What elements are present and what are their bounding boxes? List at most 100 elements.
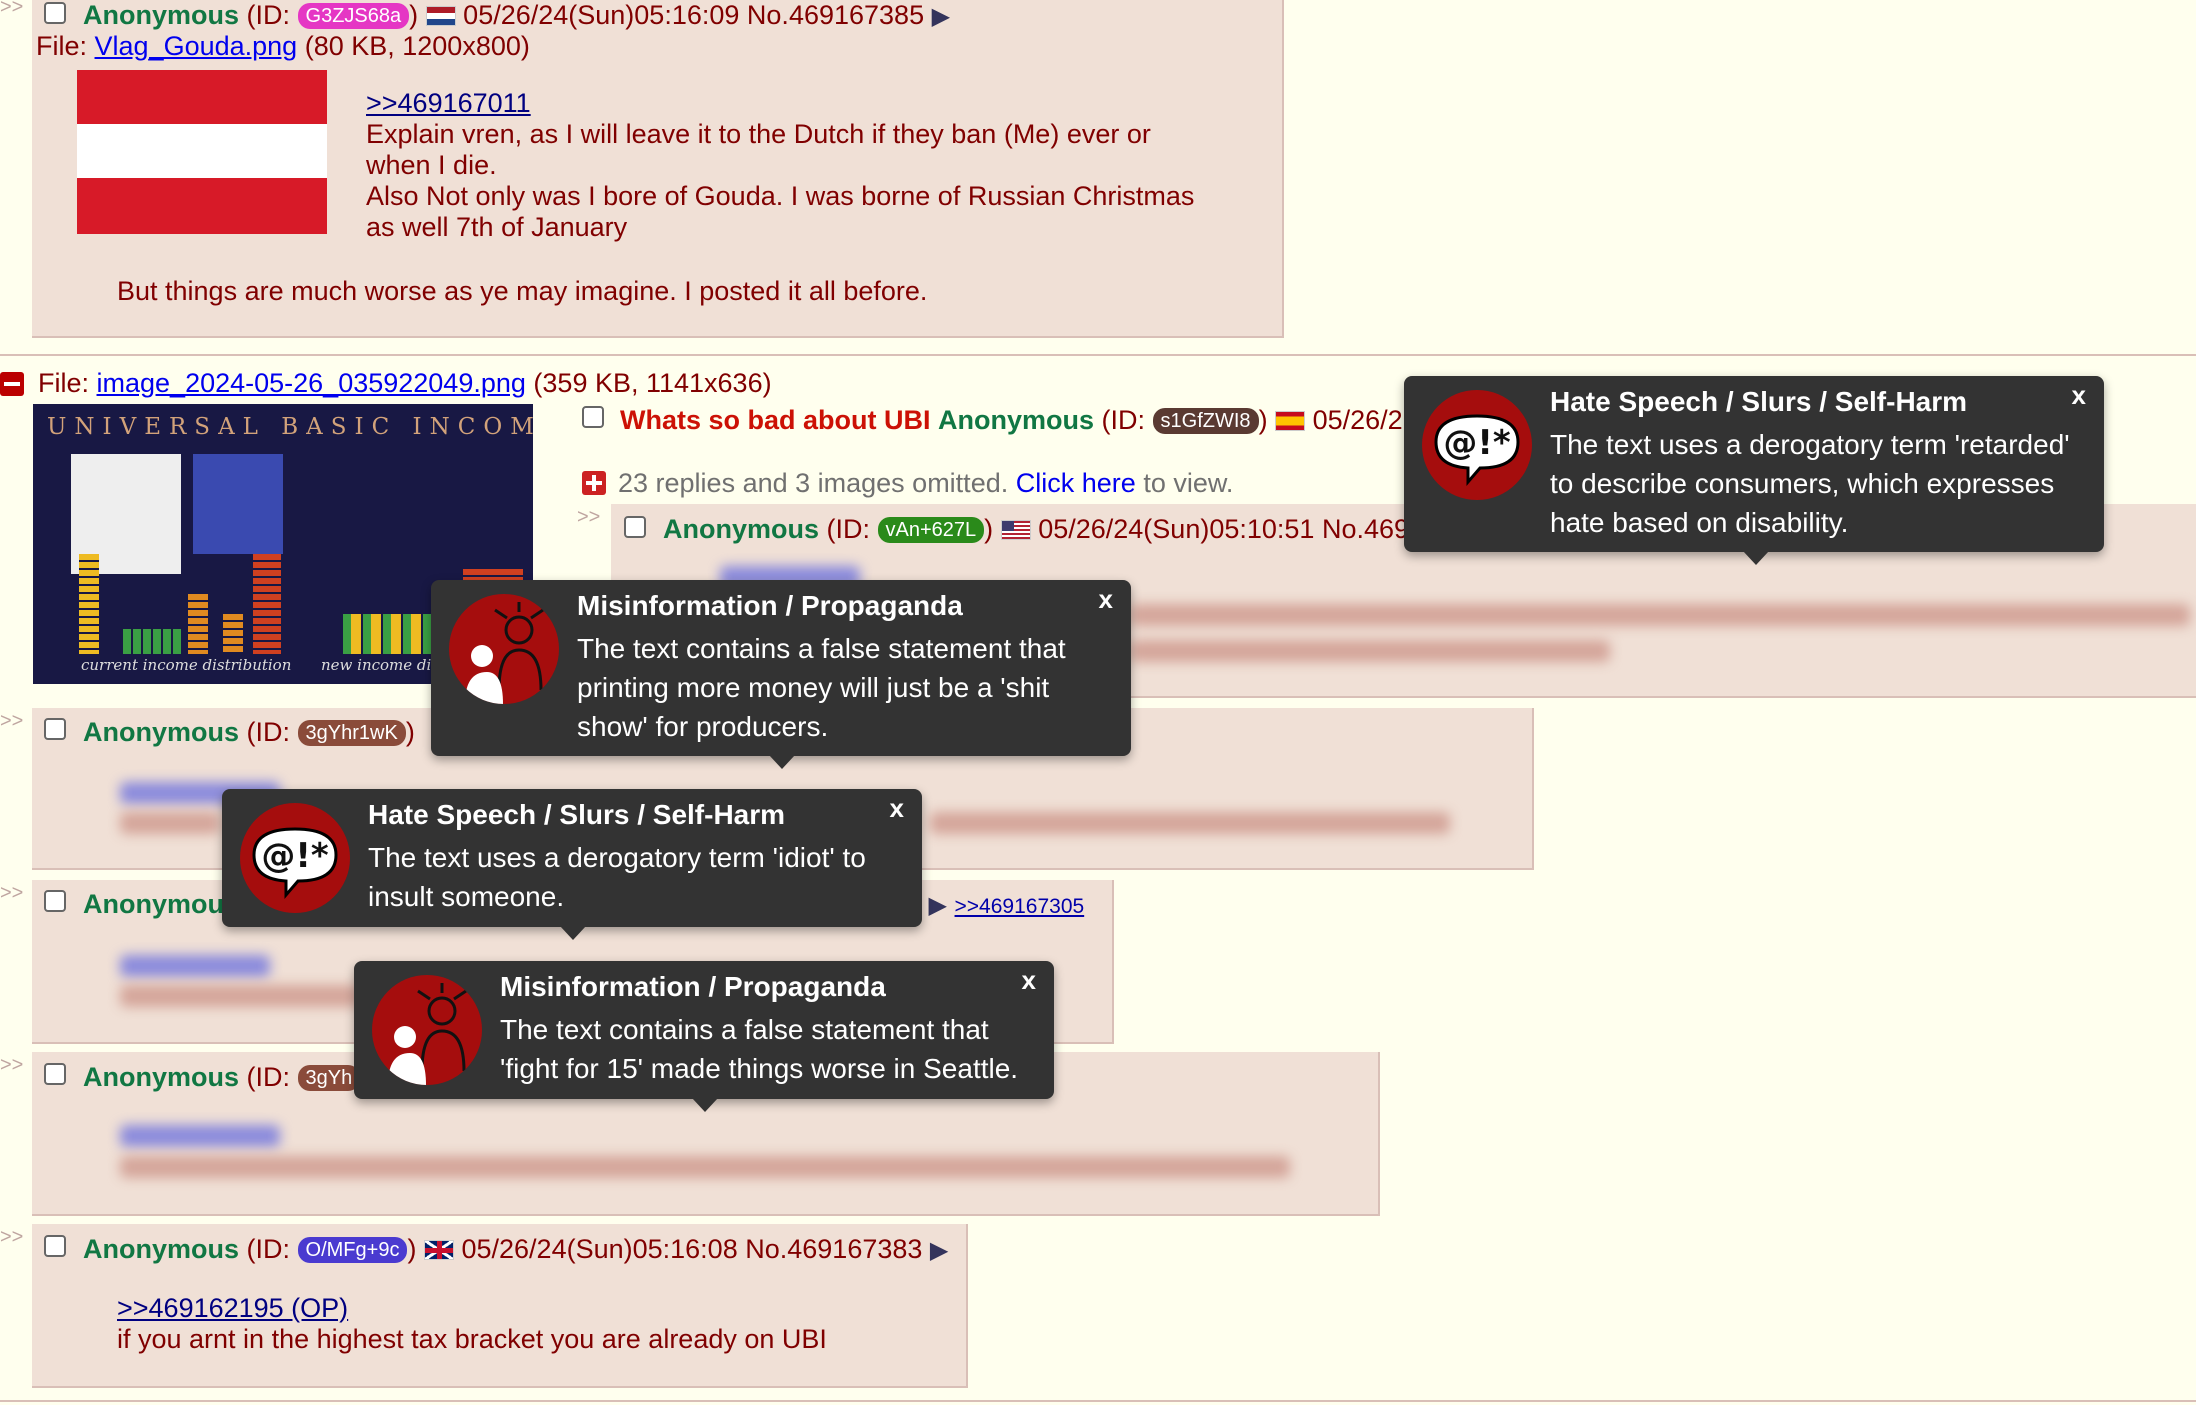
id-suffix: ) [405,717,415,747]
tooltip-body: The text contains a false statement that… [577,629,1066,746]
body-line: Explain vren, as I will leave it to the … [366,119,1151,149]
flag-uk-icon [423,1240,454,1260]
post-datetime: 05/26/24(Sun)05:10:51 [1038,514,1315,544]
tooltip-line: The text contains a false statement that [577,633,1066,664]
id-suffix: ) [407,1234,417,1264]
post-select-checkbox[interactable] [582,406,604,428]
post-select-checkbox[interactable] [44,718,66,740]
tooltip-line: 'fight for 15' made things worse in Seat… [500,1053,1019,1084]
id-suffix: ) [984,514,994,544]
post-header: Anonymous (ID: 3gYhr1wK) [83,717,415,748]
file-meta: (80 KB, 1200x800) [304,31,530,61]
close-icon[interactable]: x [1099,584,1113,615]
thread-divider [0,1400,2196,1402]
tooltip-line: printing more money will just be a 'shit [577,672,1050,703]
body-line: if you arnt in the highest tax bracket y… [117,1324,827,1354]
post-select-checkbox[interactable] [44,890,66,912]
poster-name: Anonymous [83,0,240,30]
tooltip-caret [560,926,586,940]
moderation-tooltip: @!* Hate Speech / Slurs / Self-Harm The … [222,789,922,940]
file-link[interactable]: Vlag_Gouda.png [95,31,298,61]
thread-subject: Whats so bad about UBI [620,405,931,435]
post-number[interactable]: No.469167383 [745,1234,922,1264]
slur-speech-bubble-icon: @!* [240,803,350,913]
poster-id-badge[interactable]: vAn+627L [877,517,985,543]
file-label: File: [38,368,97,398]
quote-link[interactable]: >>469162195 (OP) [117,1293,348,1323]
tooltip-body: The text uses a derogatory term 'retarde… [1550,425,2070,542]
poster-name: Anonymous [83,1234,240,1264]
poster-id-badge[interactable]: s1GfZWI8 [1152,408,1259,434]
post-datetime: 05/26/2 [1312,405,1403,435]
reply-arrows: >> [0,0,24,18]
poster-name: Anonymous [938,405,1095,435]
post-number[interactable]: No.469 [1322,514,1409,544]
slur-speech-bubble-icon: @!* [1422,390,1532,500]
close-icon[interactable]: x [1022,965,1036,996]
moderation-tooltip: @!* Hate Speech / Slurs / Self-Harm The … [1404,376,2104,565]
tooltip-line: The text contains a false statement that [500,1014,989,1045]
play-arrow-icon[interactable]: ▶ [932,3,950,30]
body-line: as well 7th of January [366,212,628,242]
poster-id-badge[interactable]: 3gYh [297,1065,361,1091]
post-number[interactable]: No.469167385 [747,0,924,30]
quote-link[interactable]: >>469167011 [366,88,531,118]
file-link[interactable]: image_2024-05-26_035922049.png [97,368,526,398]
click-here-link[interactable]: Click here [1016,468,1136,498]
id-prefix: (ID: [246,1234,298,1264]
post-header: Anonymou [83,889,224,920]
id-suffix: ) [1258,405,1268,435]
blurred-text [930,812,1450,834]
blurred-text [120,1156,1290,1178]
expand-replies-button[interactable] [582,471,606,495]
post-select-checkbox[interactable] [44,1063,66,1085]
id-prefix: (ID: [246,1062,298,1092]
backlink[interactable]: >>469167305 [955,895,1085,918]
poster-name: Anonymous [83,717,240,747]
poster-id-badge[interactable]: O/MFg+9c [297,1237,408,1263]
poster-id-badge[interactable]: 3gYhr1wK [297,720,406,746]
play-arrow-icon[interactable]: ▶ [930,1237,948,1264]
tooltip-line: hate based on disability. [1550,507,1849,538]
propaganda-crowd-icon [449,594,559,704]
reply-arrows: >> [0,1226,24,1248]
poster-name: Anonymous [663,514,820,544]
tooltip-line: The text uses a derogatory term 'idiot' … [368,842,866,873]
id-prefix: (ID: [246,0,298,30]
close-icon[interactable]: x [890,793,904,824]
flag-us-icon [1000,520,1031,540]
blurred-text [1130,604,2190,626]
svg-text:@!*: @!* [1443,423,1511,463]
op-header: Whats so bad about UBI Anonymous (ID: s1… [620,405,1403,436]
blurred-text [120,985,360,1007]
post-datetime: 05/26/24(Sun)05:16:08 [461,1234,738,1264]
tooltip-caret [1743,551,1769,565]
reply-arrows: >> [0,1054,24,1076]
image-title: UNIVERSAL BASIC INCOME [47,414,533,440]
tooltip-title: Misinformation / Propaganda [577,590,963,621]
post-body: >>469162195 (OP) if you arnt in the high… [117,1293,827,1355]
body-line: Also Not only was I bore of Gouda. I was… [366,181,1195,211]
image-caption: current income distribution [81,656,292,674]
blurred-quote [120,955,270,977]
tooltip-line: insult someone. [368,881,565,912]
post-thumbnail[interactable] [77,70,327,234]
close-icon[interactable]: x [2072,380,2086,411]
file-info: File: Vlag_Gouda.png (80 KB, 1200x800) [36,31,530,62]
collapse-thread-button[interactable] [0,372,24,396]
poster-id-badge[interactable]: G3ZJS68a [297,3,410,29]
id-prefix: (ID: [826,514,878,544]
thread-divider [0,354,2196,356]
omitted-text: 23 replies and 3 images omitted. [618,468,1009,498]
file-meta: (359 KB, 1141x636) [533,368,772,398]
flag-es-icon [1275,411,1306,431]
post-select-checkbox[interactable] [44,1235,66,1257]
post-select-checkbox[interactable] [44,2,66,24]
id-prefix: (ID: [1101,405,1153,435]
play-arrow-icon[interactable]: ▶ [929,892,947,919]
post-header: Anonymous (ID: 3gYh [83,1062,361,1093]
tooltip-line: to describe consumers, which expresses [1550,468,2055,499]
blurred-text [120,812,220,834]
post-select-checkbox[interactable] [624,516,646,538]
tooltip-body: The text uses a derogatory term 'idiot' … [368,838,866,916]
